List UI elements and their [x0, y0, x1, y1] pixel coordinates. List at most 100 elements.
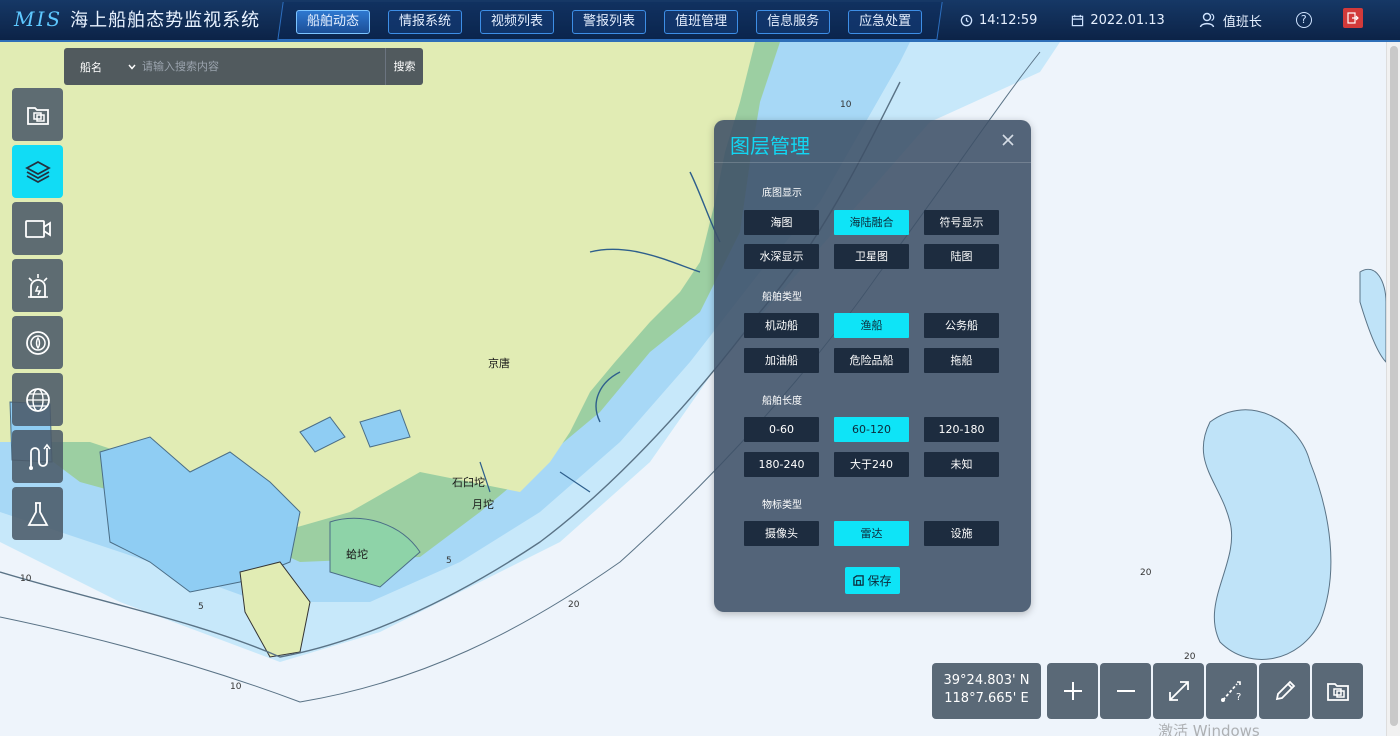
- option-length-60-120[interactable]: 60-120: [834, 417, 909, 442]
- tool-track[interactable]: [12, 430, 63, 483]
- save-label: 保存: [867, 574, 892, 588]
- exit-icon: [1347, 12, 1359, 24]
- measure-icon: ?: [1220, 681, 1241, 703]
- option-radar[interactable]: 雷达: [834, 521, 909, 546]
- panel-title: 图层管理: [730, 134, 810, 158]
- tool-video[interactable]: [12, 202, 63, 255]
- zoom-out-button[interactable]: [1100, 663, 1151, 719]
- option-depth-display[interactable]: 水深显示: [744, 244, 819, 269]
- nav-item-duty[interactable]: 值班管理: [664, 10, 739, 34]
- layer-select-icon: [26, 106, 49, 125]
- option-satellite[interactable]: 卫星图: [834, 244, 909, 269]
- windows-watermark: 激活 Windows: [1158, 722, 1260, 736]
- tool-target[interactable]: [12, 316, 63, 369]
- layer-select-icon: [1326, 683, 1349, 701]
- vertical-scrollbar[interactable]: [1386, 42, 1400, 736]
- zoom-in-button[interactable]: [1047, 663, 1098, 719]
- option-symbol-display[interactable]: 符号显示: [924, 210, 999, 235]
- globe-icon: [25, 387, 50, 412]
- current-date: 2022.01.13: [1090, 12, 1165, 28]
- nav-item-emergency[interactable]: 应急处置: [848, 10, 923, 34]
- option-motor-ship[interactable]: 机动船: [744, 313, 819, 338]
- flask-icon: [26, 501, 49, 526]
- option-official-ship[interactable]: 公务船: [924, 313, 999, 338]
- close-icon: [1002, 134, 1014, 146]
- nav-item-ship-dynamics[interactable]: 船舶动态: [296, 10, 371, 34]
- tool-flask[interactable]: [12, 487, 63, 540]
- user-icon: [1199, 12, 1215, 28]
- exit-button[interactable]: [1343, 8, 1363, 28]
- fullscreen-icon: [1168, 681, 1189, 701]
- depth-label: 20: [1140, 568, 1152, 578]
- help-button[interactable]: ?: [1295, 12, 1312, 28]
- option-land-map[interactable]: 陆图: [924, 244, 999, 269]
- map-place-label: 月坨: [472, 498, 494, 511]
- save-button[interactable]: 保存: [845, 567, 900, 594]
- section-label-basemap: 底图显示: [762, 188, 802, 199]
- option-hazmat-ship[interactable]: 危险品船: [834, 348, 909, 373]
- tool-layers[interactable]: [12, 145, 63, 198]
- main-nav: 船舶动态 情报系统 视频列表 警报列表 值班管理 信息服务 应急处置: [296, 10, 923, 34]
- search-type-select[interactable]: 船名: [64, 59, 142, 75]
- option-facility[interactable]: 设施: [924, 521, 999, 546]
- help-icon: ?: [1295, 12, 1312, 28]
- layer-management-panel: 图层管理 底图显示 海图 海陆融合 符号显示 水深显示 卫星图 陆图 船舶类型 …: [714, 120, 1031, 612]
- measure-button[interactable]: ?: [1206, 663, 1257, 719]
- close-button[interactable]: [1001, 132, 1015, 146]
- top-bar: MIS 海上船舶态势监视系统 船舶动态 情报系统 视频列表 警报列表 值班管理 …: [0, 0, 1400, 42]
- app-title: 海上船舶态势监视系统: [70, 10, 261, 31]
- search-button[interactable]: 搜索: [385, 48, 423, 85]
- section-label-ship-length: 船舶长度: [762, 396, 802, 407]
- map-canvas[interactable]: [0, 42, 1386, 736]
- tool-alarm[interactable]: [12, 259, 63, 312]
- save-icon: [853, 575, 865, 586]
- depth-label: 20: [1184, 652, 1196, 662]
- nav-item-video-list[interactable]: 视频列表: [480, 10, 555, 34]
- draw-icon: [1275, 680, 1295, 701]
- longitude: 118°7.665' E: [944, 691, 1029, 706]
- coordinate-readout: 39°24.803' N 118°7.665' E: [932, 663, 1041, 719]
- tool-layer-select[interactable]: [12, 88, 63, 141]
- track-icon: [28, 443, 51, 470]
- depth-label: 10: [230, 682, 242, 692]
- option-length-120-180[interactable]: 120-180: [924, 417, 999, 442]
- app-logo: MIS 海上船舶态势监视系统: [14, 6, 260, 32]
- option-length-180-240[interactable]: 180-240: [744, 452, 819, 477]
- tool-globe[interactable]: [12, 373, 63, 426]
- option-sea-land-fusion[interactable]: 海陆融合: [834, 210, 909, 235]
- depth-label: 10: [840, 100, 852, 110]
- layers-icon: [24, 160, 51, 183]
- alarm-icon: [27, 273, 48, 298]
- nav-item-intel[interactable]: 情报系统: [388, 10, 463, 34]
- current-time: 14:12:59: [979, 12, 1038, 28]
- target-icon: [25, 330, 50, 355]
- fullscreen-button[interactable]: [1153, 663, 1204, 719]
- chevron-down-icon: [128, 64, 136, 70]
- scrollbar-thumb[interactable]: [1390, 46, 1398, 726]
- layer-select-button[interactable]: [1312, 663, 1363, 719]
- option-length-unknown[interactable]: 未知: [924, 452, 999, 477]
- section-label-target-type: 物标类型: [762, 500, 802, 511]
- option-length-0-60[interactable]: 0-60: [744, 417, 819, 442]
- option-length-over-240[interactable]: 大于240: [834, 452, 909, 477]
- status-area: 14:12:59 2022.01.13 值班长 ?: [960, 0, 1346, 40]
- search-input[interactable]: [142, 48, 385, 85]
- map-place-label: 蛤坨: [346, 548, 368, 561]
- option-chart[interactable]: 海图: [744, 210, 819, 235]
- option-tanker[interactable]: 加油船: [744, 348, 819, 373]
- option-fishing-boat[interactable]: 渔船: [834, 313, 909, 338]
- option-tugboat[interactable]: 拖船: [924, 348, 999, 373]
- sea-chart-map[interactable]: 京唐 石臼坨 月坨 蛤坨 10 10 5 5 10 20 20 20: [0, 42, 1386, 736]
- depth-label: 20: [568, 600, 580, 610]
- nav-item-info-service[interactable]: 信息服务: [756, 10, 831, 34]
- nav-item-alarm-list[interactable]: 警报列表: [572, 10, 647, 34]
- section-label-ship-type: 船舶类型: [762, 292, 802, 303]
- draw-button[interactable]: [1259, 663, 1310, 719]
- logo-mis: MIS: [14, 7, 63, 31]
- user-menu[interactable]: 值班长: [1199, 11, 1262, 30]
- depth-label: 10: [20, 574, 32, 584]
- latitude: 39°24.803' N: [943, 673, 1030, 688]
- depth-label: 5: [446, 556, 452, 566]
- map-place-label: 石臼坨: [452, 476, 485, 489]
- option-camera[interactable]: 摄像头: [744, 521, 819, 546]
